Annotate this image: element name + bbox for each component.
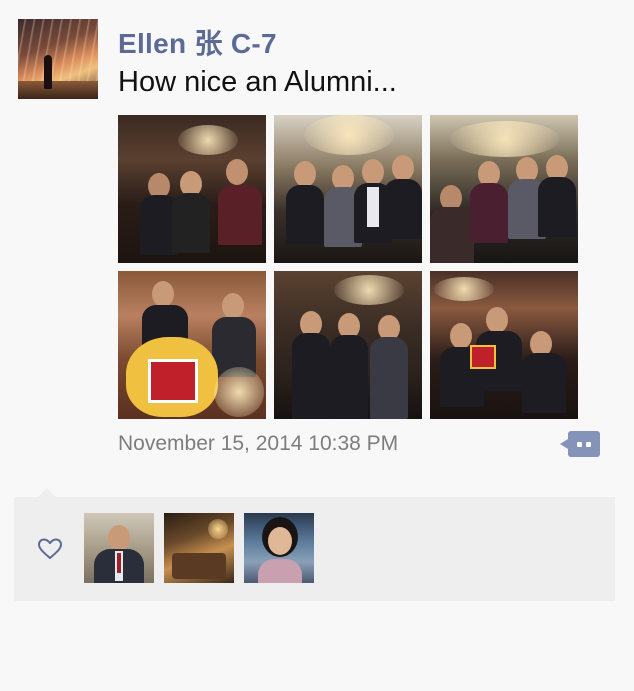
- heart-icon: [38, 538, 62, 559]
- comment-dot-icon: [586, 442, 591, 447]
- likes-panel: [14, 488, 615, 601]
- poster-name[interactable]: Ellen 张 C-7: [118, 22, 277, 62]
- avatar-figure: [44, 55, 52, 89]
- photo-4[interactable]: ​: [118, 271, 266, 419]
- liker-avatar[interactable]: [84, 513, 154, 583]
- photo-3[interactable]: [430, 115, 578, 263]
- photo-2[interactable]: [274, 115, 422, 263]
- comment-button[interactable]: [560, 431, 600, 457]
- photo-1[interactable]: [118, 115, 266, 263]
- photo-6[interactable]: [430, 271, 578, 419]
- liker-avatar[interactable]: [244, 513, 314, 583]
- photo-5[interactable]: [274, 271, 422, 419]
- post-text: How nice an Alumni...: [118, 66, 397, 98]
- comment-dot-icon: [577, 442, 582, 447]
- poster-avatar[interactable]: [18, 19, 98, 99]
- liker-avatar[interactable]: [164, 513, 234, 583]
- avatar-ground: [18, 81, 98, 99]
- photo-grid: ​: [118, 115, 578, 419]
- terrapin-mascot-logo: ​: [126, 337, 218, 417]
- post-timestamp: November 15, 2014 10:38 PM: [118, 432, 399, 455]
